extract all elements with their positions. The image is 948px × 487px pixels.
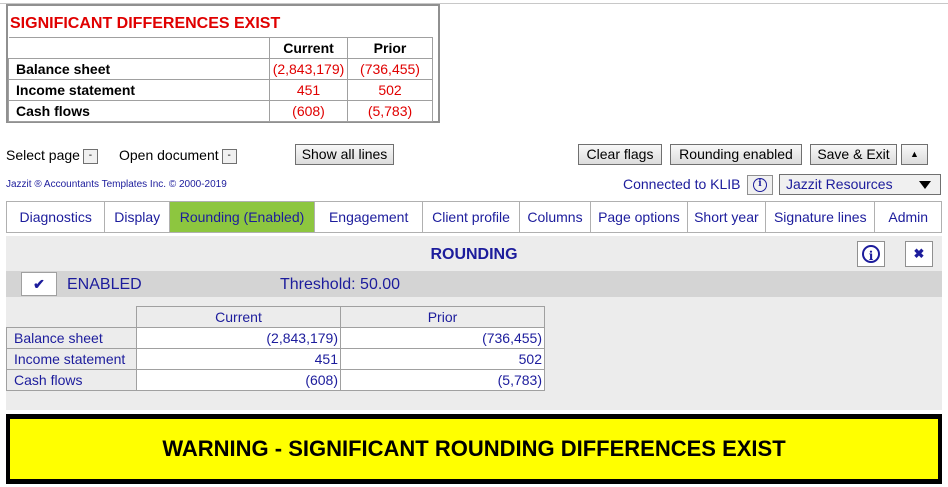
select-page-minus-button[interactable]: - <box>82 148 98 164</box>
tab-engagement[interactable]: Engagement <box>315 202 424 232</box>
tab-rounding[interactable]: Rounding (Enabled) <box>169 202 316 232</box>
tab-page-options[interactable]: Page options <box>591 202 688 232</box>
tab-columns[interactable]: Columns <box>520 202 592 232</box>
caret-up-icon: ▲ <box>910 149 919 159</box>
info-icon: i <box>753 178 767 192</box>
save-exit-button[interactable]: Save & Exit <box>810 144 897 165</box>
open-document-minus-button[interactable]: - <box>221 148 237 164</box>
summary-row-current: (2,843,179) <box>269 58 348 80</box>
summary-row-cash-flows: Cash flows (608) (5,783) <box>8 100 433 122</box>
rounding-col-current: Current <box>136 306 341 328</box>
rounding-title: ROUNDING <box>430 246 518 263</box>
settings-tabs: Diagnostics Display Rounding (Enabled) E… <box>6 201 942 233</box>
clear-flags-button[interactable]: Clear flags <box>578 144 662 165</box>
connected-status: Connected to KLIB <box>623 176 741 192</box>
select-page-control[interactable]: Select page - <box>6 147 98 164</box>
enabled-checkbox[interactable]: ✔ <box>21 272 57 296</box>
summary-table: Current Prior Balance sheet (2,843,179) … <box>8 37 433 122</box>
select-page-label: Select page <box>6 147 80 163</box>
enabled-bar <box>6 271 942 297</box>
rounding-row-label: Income statement <box>6 348 137 370</box>
rounding-col-prior: Prior <box>340 306 545 328</box>
rounding-table: Current Prior Balance sheet (2,843,179) … <box>6 306 545 391</box>
summary-row-balance-sheet: Balance sheet (2,843,179) (736,455) <box>8 58 433 80</box>
show-all-lines-button[interactable]: Show all lines <box>295 144 394 165</box>
summary-row-prior: (736,455) <box>347 58 433 80</box>
rounding-row-current: (2,843,179) <box>136 327 341 349</box>
rounding-header-blank <box>6 306 137 328</box>
tab-admin[interactable]: Admin <box>875 202 942 232</box>
rounding-row-label: Balance sheet <box>6 327 137 349</box>
collapse-up-button[interactable]: ▲ <box>901 144 928 165</box>
tab-short-year[interactable]: Short year <box>688 202 767 232</box>
rounding-enabled-button[interactable]: Rounding enabled <box>670 144 802 165</box>
rounding-header-row: Current Prior <box>6 306 545 328</box>
rounding-warning-banner: WARNING - SIGNIFICANT ROUNDING DIFFERENC… <box>10 419 938 479</box>
rounding-row-balance-sheet: Balance sheet (2,843,179) (736,455) <box>6 327 545 349</box>
tab-signature-lines[interactable]: Signature lines <box>766 202 876 232</box>
open-document-control[interactable]: Open document - <box>119 147 237 164</box>
copyright-text: Jazzit ® Accountants Templates Inc. © 20… <box>6 179 227 190</box>
summary-row-prior: (5,783) <box>347 100 433 122</box>
summary-header-row: Current Prior <box>8 37 433 59</box>
tab-client-profile[interactable]: Client profile <box>423 202 520 232</box>
enabled-label: ENABLED <box>67 276 142 293</box>
rounding-row-prior: (5,783) <box>340 369 545 391</box>
rounding-row-prior: (736,455) <box>340 327 545 349</box>
rounding-close-button[interactable]: ✖ <box>905 241 933 267</box>
tab-diagnostics[interactable]: Diagnostics <box>7 202 106 232</box>
chevron-down-icon <box>919 181 931 189</box>
summary-title: SIGNIFICANT DIFFERENCES EXIST <box>10 15 281 32</box>
summary-row-label: Balance sheet <box>8 58 270 80</box>
rounding-info-button[interactable]: i <box>857 241 885 267</box>
summary-row-current: 451 <box>269 79 348 101</box>
rounding-row-label: Cash flows <box>6 369 137 391</box>
rounding-row-current: 451 <box>136 348 341 370</box>
rounding-row-prior: 502 <box>340 348 545 370</box>
summary-header-blank <box>8 37 270 59</box>
differences-summary: SIGNIFICANT DIFFERENCES EXIST Current Pr… <box>6 4 440 123</box>
summary-col-current: Current <box>269 37 348 59</box>
open-document-label: Open document <box>119 147 219 163</box>
summary-row-prior: 502 <box>347 79 433 101</box>
resources-dropdown-value: Jazzit Resources <box>786 176 893 192</box>
check-icon: ✔ <box>33 276 45 292</box>
summary-row-income-statement: Income statement 451 502 <box>8 79 433 101</box>
summary-row-current: (608) <box>269 100 348 122</box>
resources-dropdown[interactable]: Jazzit Resources <box>779 174 941 195</box>
summary-row-label: Cash flows <box>8 100 270 122</box>
summary-row-label: Income statement <box>8 79 270 101</box>
threshold-text: Threshold: 50.00 <box>280 276 401 293</box>
rounding-row-current: (608) <box>136 369 341 391</box>
rounding-row-income-statement: Income statement 451 502 <box>6 348 545 370</box>
rounding-row-cash-flows: Cash flows (608) (5,783) <box>6 369 545 391</box>
connection-info-button[interactable]: i <box>747 175 773 195</box>
summary-col-prior: Prior <box>347 37 433 59</box>
tab-display[interactable]: Display <box>105 202 170 232</box>
close-icon: ✖ <box>913 246 925 261</box>
info-icon: i <box>862 245 880 263</box>
